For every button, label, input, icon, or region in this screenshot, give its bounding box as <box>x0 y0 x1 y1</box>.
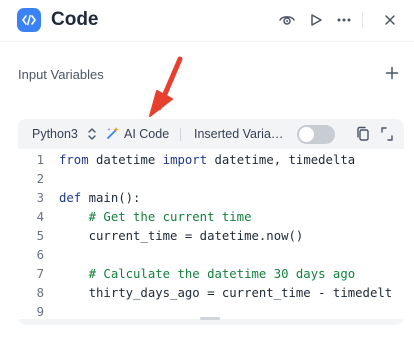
code-text: # Get the current time <box>59 208 252 227</box>
keyword-token: import <box>162 153 208 167</box>
code-icon <box>17 8 41 32</box>
code-line[interactable]: 8 thirty_days_ago = current_time - timed… <box>18 284 404 303</box>
code-token: datetime, timedelta <box>207 153 356 167</box>
copy-icon[interactable] <box>356 126 370 142</box>
play-icon[interactable] <box>306 10 326 30</box>
code-token: datetime <box>88 153 163 167</box>
add-variable-button[interactable] <box>383 64 401 82</box>
code-text: from datetime import datetime, timedelta <box>59 151 355 170</box>
eye-icon[interactable] <box>277 10 297 30</box>
code-token: main(): <box>81 191 141 205</box>
ai-wand-icon[interactable] <box>106 126 120 140</box>
resize-handle[interactable] <box>200 317 220 320</box>
code-line[interactable]: 3 def main(): <box>18 189 404 208</box>
line-number: 9 <box>36 305 44 319</box>
code-line[interactable]: 5 current_time = datetime.now() <box>18 227 404 246</box>
code-line[interactable]: 7 # Calculate the datetime 30 days ago <box>18 265 404 284</box>
chevron-updown-icon[interactable] <box>87 126 97 142</box>
line-number: 1 <box>36 153 44 167</box>
line-number: 8 <box>36 286 44 300</box>
code-line[interactable]: 4 # Get the current time <box>18 208 404 227</box>
line-number: 7 <box>36 267 44 281</box>
line-number: 6 <box>36 248 44 262</box>
keyword-token: from <box>59 153 89 167</box>
code-text: current_time = datetime.now() <box>59 227 304 246</box>
inserted-variables-label: Inserted Varia… <box>194 127 284 141</box>
header-divider <box>362 12 363 28</box>
comment-token: # Get the current time <box>59 210 252 224</box>
inserted-variables-toggle[interactable] <box>297 125 335 144</box>
toggle-knob <box>299 127 314 142</box>
code-text: # Calculate the datetime 30 days ago <box>59 265 356 284</box>
code-token: thirty_days_ago = current_time - timedel… <box>59 286 393 300</box>
code-text: def main(): <box>59 189 140 208</box>
language-select[interactable]: Python3 <box>32 127 78 142</box>
code-token: current_time = datetime.now() <box>59 229 304 243</box>
line-number: 4 <box>36 210 44 224</box>
close-icon[interactable] <box>380 10 400 30</box>
code-line[interactable]: 2 <box>18 170 404 189</box>
header-divider-line <box>0 41 414 42</box>
comment-token: # Calculate the datetime 30 days ago <box>59 267 356 281</box>
input-variables-label: Input Variables <box>18 67 104 82</box>
page-title: Code <box>51 9 99 30</box>
code-text: thirty_days_ago = current_time - timedel… <box>59 284 393 303</box>
line-number: 3 <box>36 191 44 205</box>
code-area[interactable]: 1 from datetime import datetime, timedelt… <box>18 149 404 319</box>
line-number: 5 <box>36 229 44 243</box>
line-number: 2 <box>36 172 44 186</box>
more-icon[interactable] <box>334 10 354 30</box>
plus-icon <box>385 66 399 80</box>
toolbar-divider <box>180 128 181 141</box>
code-editor: Python3 AI Code Inserted Varia… 1 from da… <box>18 119 404 325</box>
code-line[interactable]: 1 from datetime import datetime, timedelt… <box>18 151 404 170</box>
keyword-token: def <box>59 191 82 205</box>
editor-toolbar: Python3 AI Code Inserted Varia… <box>18 119 404 149</box>
ai-code-button[interactable]: AI Code <box>124 127 169 142</box>
node-header: Code <box>0 0 414 40</box>
code-line[interactable]: 6 <box>18 246 404 265</box>
expand-icon[interactable] <box>380 126 394 142</box>
